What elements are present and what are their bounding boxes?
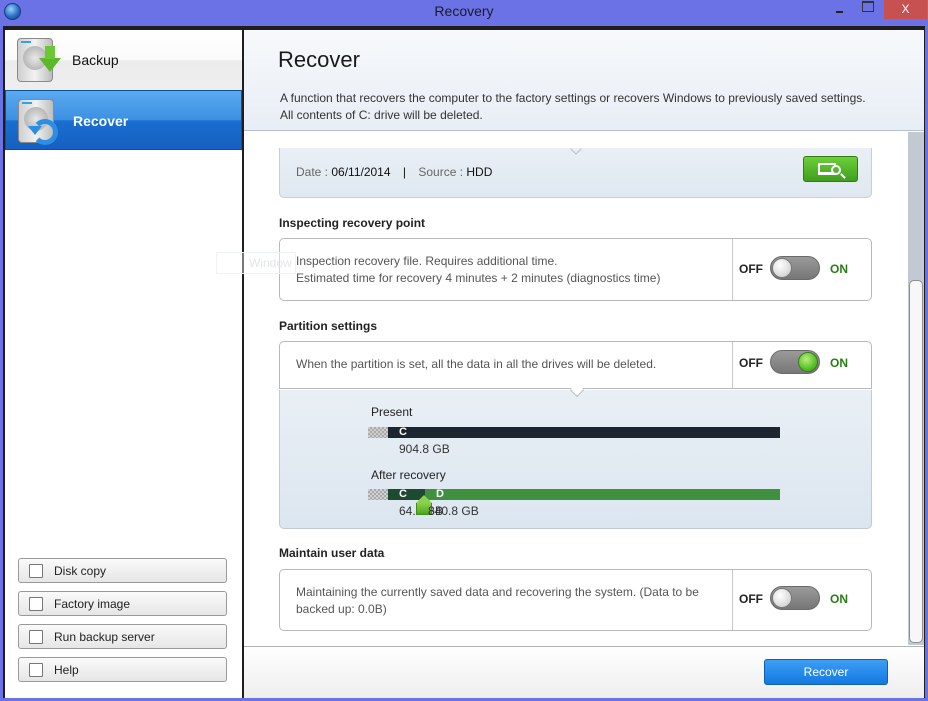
restore-arrow-icon bbox=[28, 119, 58, 145]
maintain-toggle[interactable] bbox=[770, 586, 820, 610]
on-label: ON bbox=[830, 262, 848, 276]
sidebar-item-recover[interactable]: Recover bbox=[5, 90, 242, 150]
partition-card: When the partition is set, all the data … bbox=[279, 341, 872, 389]
close-button[interactable]: X bbox=[884, 0, 927, 19]
date-value: 06/11/2014 bbox=[331, 165, 391, 179]
vertical-scrollbar[interactable] bbox=[908, 132, 924, 645]
description-line: All contents of C: drive will be deleted… bbox=[280, 108, 483, 122]
toggle-area: OFF ON bbox=[732, 570, 871, 630]
button-label: Disk copy bbox=[54, 564, 107, 578]
off-label: OFF bbox=[739, 262, 763, 276]
toggle-knob bbox=[772, 258, 792, 278]
sidebar: Backup Recover Disk copy Factory image R… bbox=[5, 30, 242, 698]
after-recovery-label: After recovery bbox=[371, 468, 446, 482]
text-line: Maintaining the currently saved data and… bbox=[296, 585, 699, 599]
factory-image-button[interactable]: Factory image bbox=[18, 591, 227, 616]
unallocated-segment bbox=[368, 427, 388, 438]
page-header: Recover A function that recovers the com… bbox=[244, 30, 924, 131]
footer: Recover bbox=[244, 646, 924, 698]
partition-panel: Present C 904.8 GB After recovery C D 64… bbox=[279, 382, 872, 529]
present-partition-bar: C bbox=[368, 427, 780, 438]
card-text: When the partition is set, all the data … bbox=[296, 357, 657, 371]
button-label: Run backup server bbox=[54, 630, 155, 644]
recover-button[interactable]: Recover bbox=[764, 659, 888, 685]
ghost-tooltip: Window bbox=[216, 252, 296, 274]
maintain-card: Maintaining the currently saved data and… bbox=[279, 569, 872, 631]
sidebar-item-label: Backup bbox=[72, 52, 119, 68]
maximize-button[interactable] bbox=[862, 1, 874, 12]
inspecting-toggle[interactable] bbox=[770, 256, 820, 280]
recovery-point-panel: Date : 06/11/2014 | Source : HDD bbox=[279, 143, 872, 198]
magnifier-icon bbox=[831, 165, 841, 175]
page-title: Recover bbox=[278, 47, 360, 72]
text-line: Inspection recovery file. Requires addit… bbox=[296, 254, 558, 268]
section-title-inspecting: Inspecting recovery point bbox=[279, 216, 426, 230]
window-title: Recovery bbox=[434, 3, 494, 19]
present-c-size: 904.8 GB bbox=[399, 442, 450, 456]
help-button[interactable]: Help bbox=[18, 657, 227, 682]
main-panel: Recover A function that recovers the com… bbox=[244, 30, 924, 698]
toggle-area: OFF ON bbox=[732, 239, 871, 300]
on-label: ON bbox=[830, 592, 848, 606]
section-title-maintain: Maintain user data bbox=[279, 546, 385, 560]
after-d-segment: D bbox=[425, 489, 780, 500]
minimize-button[interactable] bbox=[833, 2, 847, 16]
source-label: Source : bbox=[418, 165, 464, 179]
off-label: OFF bbox=[739, 592, 763, 606]
download-arrow-icon bbox=[39, 46, 61, 72]
after-d-size: 840.8 GB bbox=[428, 504, 479, 518]
source-value: HDD bbox=[466, 165, 493, 179]
title-bar: Recovery X bbox=[0, 0, 928, 26]
run-backup-server-button[interactable]: Run backup server bbox=[18, 624, 227, 649]
text-line: backed up: 0.0B) bbox=[296, 602, 387, 616]
button-label: Factory image bbox=[54, 597, 131, 611]
sidebar-item-backup[interactable]: Backup bbox=[5, 30, 242, 90]
handle-tip bbox=[416, 495, 432, 503]
page-description: A function that recovers the computer to… bbox=[280, 90, 866, 124]
date-label: Date : bbox=[296, 165, 329, 179]
help-icon bbox=[29, 663, 43, 677]
scrollbar-thumb[interactable] bbox=[909, 280, 923, 643]
button-label: Help bbox=[54, 663, 79, 677]
off-label: OFF bbox=[739, 356, 763, 370]
caret-icon bbox=[570, 143, 582, 155]
disk-copy-icon bbox=[29, 564, 43, 578]
sidebar-item-label: Recover bbox=[73, 113, 129, 129]
toggle-area: OFF ON bbox=[732, 342, 871, 388]
on-label: ON bbox=[830, 356, 848, 370]
recovery-point-info: Date : 06/11/2014 | Source : HDD bbox=[296, 165, 492, 179]
backup-server-icon bbox=[29, 630, 43, 644]
partition-toggle[interactable] bbox=[770, 350, 820, 374]
scroll-content: Date : 06/11/2014 | Source : HDD Inspect… bbox=[244, 132, 909, 645]
disk-copy-button[interactable]: Disk copy bbox=[18, 558, 227, 583]
toggle-knob bbox=[772, 588, 792, 608]
unallocated-segment bbox=[368, 489, 388, 500]
card-text: Inspection recovery file. Requires addit… bbox=[296, 253, 660, 287]
section-title-partition: Partition settings bbox=[279, 319, 378, 333]
inspect-recovery-point-button[interactable] bbox=[803, 156, 858, 182]
inspecting-card: Inspection recovery file. Requires addit… bbox=[279, 238, 872, 301]
factory-image-icon bbox=[29, 597, 43, 611]
present-label: Present bbox=[371, 405, 413, 419]
description-line: A function that recovers the computer to… bbox=[280, 91, 866, 105]
toggle-knob bbox=[798, 352, 818, 372]
text-line: Estimated time for recovery 4 minutes + … bbox=[296, 271, 661, 285]
present-c-segment: C bbox=[388, 427, 780, 438]
card-text: Maintaining the currently saved data and… bbox=[296, 584, 699, 618]
separator: | bbox=[402, 165, 406, 179]
